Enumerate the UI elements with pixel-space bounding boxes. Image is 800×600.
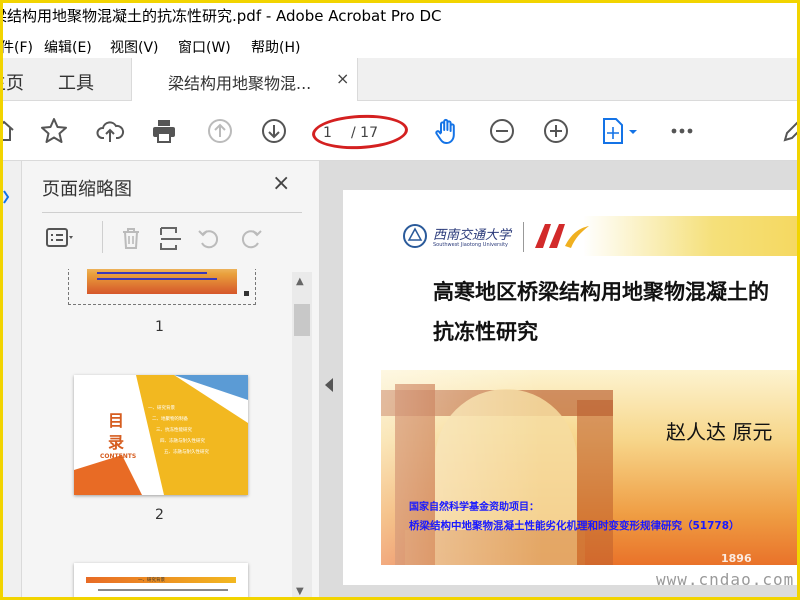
menu-view[interactable]: 视图(V) [110, 37, 159, 57]
thumb-2-toc-item: 三、抗冻性能研究 [156, 428, 192, 433]
scroll-down-icon[interactable]: ▼ [296, 586, 304, 597]
thumbnail-scrollbar[interactable]: ▲ ▼ [292, 272, 312, 600]
thumb-1-text-line [97, 272, 207, 274]
thumb-2-toc-item: 一、研究背景 [148, 406, 175, 411]
bookmark-star-icon[interactable] [38, 115, 70, 147]
thumb-2-number: 2 [155, 507, 164, 523]
site-watermark: www.cndao.com [656, 570, 795, 589]
thumb-3-text-line [98, 589, 228, 591]
prev-page-icon[interactable] [204, 115, 236, 147]
collapse-panel-icon[interactable] [325, 378, 333, 392]
menu-bar: 文件(F) 编辑(E) 视图(V) 窗口(W) 帮助(H) [0, 32, 800, 58]
thumbnail-list: 1 目 录 CONTENTS 一、研究背景 二、地聚物的制备 三、抗冻性能研究 … [22, 269, 297, 600]
hand-tool-icon[interactable] [430, 115, 462, 147]
university-name-en: Southwest Jiaotong University [433, 242, 509, 248]
thumbnails-panel: 页面缩略图 × 1 目 录 CONTENTS 一、研究背景 二、地聚物的制备 三… [22, 161, 320, 600]
thumb-2-heading-en: CONTENTS [100, 453, 137, 460]
logo-divider [523, 222, 524, 252]
fund-project: 桥梁结构中地聚物混凝土性能劣化机理和时变变形规律研究（51778） [409, 520, 740, 532]
menu-window[interactable]: 窗口(W) [178, 37, 231, 57]
more-options-icon[interactable] [666, 115, 698, 147]
tab-row: 主页 工具 梁结构用地聚物混... × [0, 58, 800, 102]
thumb-3-title: 一、研究背景 [138, 578, 165, 583]
fund-label: 国家自然科学基金资助项目： [409, 502, 539, 513]
gate-year: 1896 [721, 552, 752, 565]
thumbnail-options-icon[interactable] [44, 223, 74, 253]
header-gradient [583, 216, 800, 256]
gate-fade [343, 370, 543, 565]
red-annotation-ellipse [311, 112, 409, 152]
insert-page-icon[interactable] [156, 223, 186, 253]
zoom-out-icon[interactable] [486, 115, 518, 147]
home-icon[interactable] [0, 115, 20, 147]
window-title: 梁结构用地聚物混凝土的抗冻性研究.pdf - Adobe Acrobat Pro… [0, 7, 442, 25]
delete-page-icon[interactable] [116, 223, 146, 253]
tab-document[interactable]: 梁结构用地聚物混... × [131, 58, 358, 102]
tools-separator [102, 221, 103, 253]
rotate-ccw-icon[interactable] [194, 223, 224, 253]
university-emblem-icon [403, 224, 427, 248]
thumb-1-number: 1 [155, 319, 164, 335]
thumb-2-toc-item: 二、地聚物的制备 [152, 417, 188, 422]
next-page-icon[interactable] [258, 115, 290, 147]
slide-authors: 赵人达 原元 [666, 420, 773, 444]
slide-title-line-2: 抗冻性研究 [433, 320, 538, 344]
slide-title-line-1: 高寒地区桥梁结构用地聚物混凝土的 [433, 280, 769, 304]
university-name: 西南交通大学 [433, 228, 512, 243]
edit-pen-icon[interactable] [778, 115, 800, 147]
fit-page-icon[interactable] [598, 115, 642, 147]
tab-tools[interactable]: 工具 [58, 69, 94, 95]
menu-edit[interactable]: 编辑(E) [44, 37, 92, 57]
tab-home[interactable]: 主页 [0, 69, 24, 95]
tab-document-label: 梁结构用地聚物混... [168, 74, 312, 93]
thumb-1-text-line [97, 278, 217, 280]
title-bar: 梁结构用地聚物混凝土的抗冻性研究.pdf - Adobe Acrobat Pro… [0, 0, 800, 32]
thumb-2-toc-item: 四、冻融与耐久性研究 [160, 439, 205, 444]
menu-help[interactable]: 帮助(H) [251, 37, 300, 57]
upload-cloud-icon[interactable] [94, 115, 126, 147]
page-thumbnail-2[interactable]: 目 录 CONTENTS 一、研究背景 二、地聚物的制备 三、抗冻性能研究 四、… [74, 375, 248, 495]
toolbar: 1/ 17 [0, 101, 800, 161]
panel-divider [42, 212, 302, 213]
thumb-2-toc-item: 五、冻融与耐久性研究 [164, 450, 209, 455]
anniversary-logo-icon [535, 224, 589, 248]
thumbnail-tools [22, 217, 320, 261]
page-thumbnail-3[interactable]: 一、研究背景 [74, 563, 248, 600]
thumb-1-resize-handle[interactable] [244, 291, 249, 296]
thumb-1-image [87, 269, 237, 294]
scroll-up-icon[interactable]: ▲ [296, 276, 304, 287]
print-icon[interactable] [148, 115, 180, 147]
menu-file[interactable]: 文件(F) [0, 37, 33, 57]
panel-close-icon[interactable]: × [272, 171, 290, 196]
navigation-strip [0, 161, 22, 600]
rotate-cw-icon[interactable] [236, 223, 266, 253]
page-thumbnails-nav-icon[interactable] [0, 181, 22, 241]
zoom-in-icon[interactable] [540, 115, 572, 147]
tab-close-icon[interactable]: × [336, 69, 349, 88]
page-thumbnail-1[interactable] [68, 269, 256, 305]
pdf-page: 西南交通大学 Southwest Jiaotong University 高寒地… [343, 190, 800, 585]
scrollbar-thumb[interactable] [294, 304, 310, 336]
thumb-2-heading-2: 录 [108, 433, 125, 452]
thumb-2-heading-1: 目 [108, 411, 125, 430]
panel-title: 页面缩略图 [42, 179, 132, 200]
thumb-2-toc: 一、研究背景 二、地聚物的制备 三、抗冻性能研究 四、冻融与耐久性研究 五、冻融… [148, 403, 209, 458]
